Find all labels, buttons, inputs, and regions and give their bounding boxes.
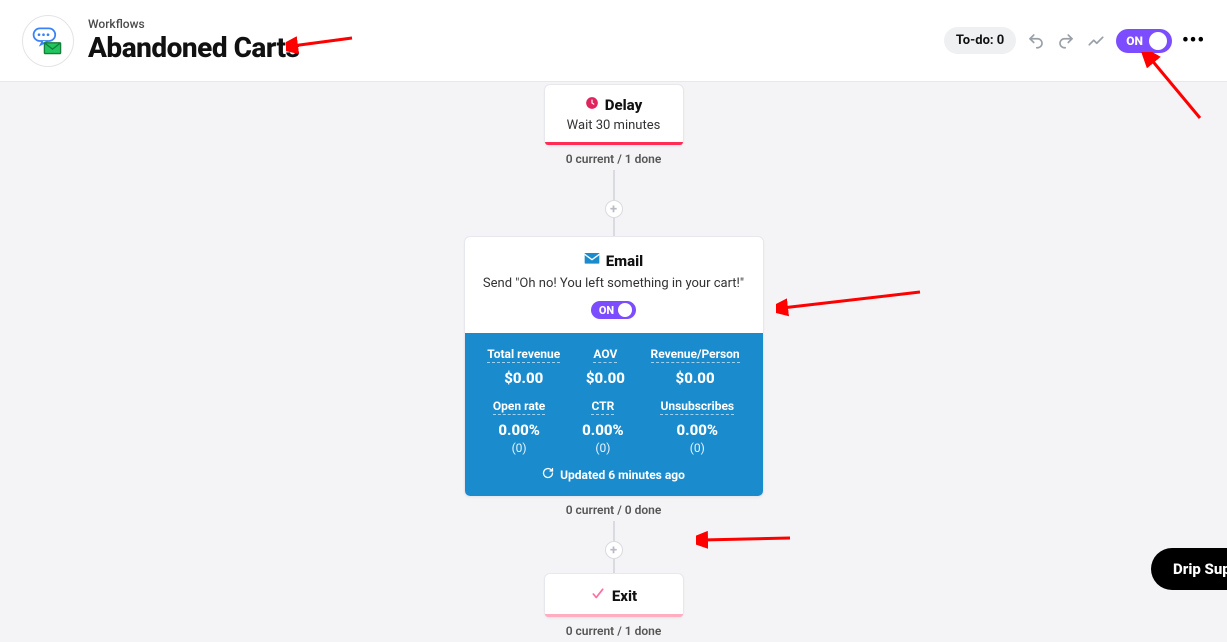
metric-ctr: CTR 0.00% (0) bbox=[582, 399, 624, 455]
add-step-button[interactable]: + bbox=[605, 200, 623, 218]
header-actions: To-do: 0 ON ••• bbox=[944, 27, 1205, 54]
workflow-toggle[interactable]: ON bbox=[1116, 29, 1172, 53]
undo-icon[interactable] bbox=[1026, 31, 1046, 51]
email-metrics-panel: Total revenue $0.00 AOV $0.00 Revenue/Pe… bbox=[465, 333, 763, 496]
analytics-icon[interactable] bbox=[1086, 31, 1106, 51]
metrics-updated-text: Updated 6 minutes ago bbox=[560, 468, 685, 482]
add-step-button[interactable]: + bbox=[605, 541, 623, 559]
check-icon bbox=[590, 586, 606, 605]
metric-unsubscribes: Unsubscribes 0.00% (0) bbox=[660, 399, 734, 455]
page-title: Abandoned Carts bbox=[88, 31, 299, 64]
metric-total-revenue: Total revenue $0.00 bbox=[487, 347, 560, 387]
email-step-toggle[interactable]: ON bbox=[591, 301, 636, 319]
toggle-knob bbox=[1149, 32, 1167, 50]
more-menu-icon[interactable]: ••• bbox=[1182, 30, 1205, 51]
email-caption: 0 current / 0 done bbox=[566, 503, 662, 517]
email-toggle-label: ON bbox=[599, 304, 614, 317]
delay-title: Delay bbox=[605, 96, 642, 114]
email-title: Email bbox=[606, 252, 643, 270]
email-icon bbox=[584, 251, 600, 270]
delay-caption: 0 current / 1 done bbox=[566, 152, 662, 166]
metric-revenue-per-person: Revenue/Person $0.00 bbox=[651, 347, 740, 387]
delay-step-card[interactable]: Delay Wait 30 minutes bbox=[544, 84, 684, 146]
exit-caption: 0 current / 1 done bbox=[566, 624, 662, 638]
workflow-title-block: Workflows Abandoned Carts bbox=[88, 17, 299, 64]
refresh-icon[interactable] bbox=[542, 467, 554, 482]
email-step-card[interactable]: Email Send "Oh no! You left something in… bbox=[464, 236, 764, 497]
metric-open-rate: Open rate 0.00% (0) bbox=[493, 399, 545, 455]
clock-icon bbox=[585, 95, 599, 114]
metric-aov: AOV $0.00 bbox=[586, 347, 625, 387]
workflow-header: Workflows Abandoned Carts To-do: 0 ON ••… bbox=[0, 0, 1227, 82]
delay-subtitle: Wait 30 minutes bbox=[567, 118, 661, 133]
breadcrumb[interactable]: Workflows bbox=[88, 17, 299, 31]
toggle-knob bbox=[618, 303, 632, 317]
workflow-icon bbox=[22, 15, 74, 67]
exit-step-card[interactable]: Exit bbox=[544, 573, 684, 618]
email-subtitle: Send "Oh no! You left something in your … bbox=[483, 276, 744, 291]
workflow-canvas: Delay Wait 30 minutes 0 current / 1 done… bbox=[0, 82, 1227, 642]
workflow-toggle-label: ON bbox=[1126, 34, 1143, 48]
redo-icon[interactable] bbox=[1056, 31, 1076, 51]
todo-pill[interactable]: To-do: 0 bbox=[944, 27, 1016, 54]
support-button[interactable]: Drip Support bbox=[1151, 548, 1227, 590]
